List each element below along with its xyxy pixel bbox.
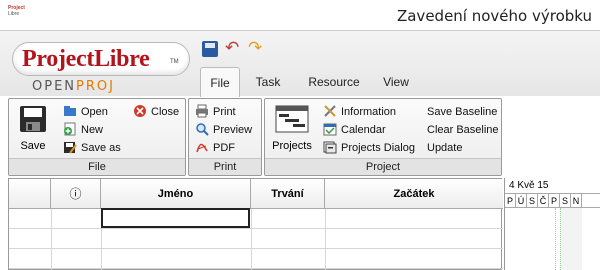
gantt-day-header: P Ú S Č P S N xyxy=(505,194,600,208)
close-icon xyxy=(134,105,146,117)
information-label: Information xyxy=(341,106,397,118)
gantt-day-label: S xyxy=(560,194,571,208)
projects-label: Projects xyxy=(272,140,312,152)
new-icon xyxy=(64,122,76,136)
app-icon-line-2: Libre xyxy=(8,11,20,17)
save-button-label: Save xyxy=(20,140,46,152)
grid-row-divider xyxy=(9,268,503,269)
redo-icon[interactable]: ↷ xyxy=(248,38,262,58)
column-header-name[interactable]: Jméno xyxy=(101,179,251,209)
close-label: Close xyxy=(151,106,180,118)
projects-dialog-label: Projects Dialog xyxy=(341,142,415,154)
save-as-label: Save as xyxy=(81,142,121,154)
gantt-day-label: S xyxy=(527,194,538,208)
quick-access-toolbar: ↶ ↷ xyxy=(192,33,284,63)
gantt-week-header: 4 Kvě 15 xyxy=(505,178,600,194)
grid-row-divider xyxy=(9,248,503,249)
preview-label: Preview xyxy=(213,124,253,136)
gantt-day-label: N xyxy=(571,194,582,208)
window-title: Zavedení nového výrobku xyxy=(396,7,592,25)
save-as-button[interactable]: Save as xyxy=(63,140,121,156)
grid-header: ⓘ Jméno Trvání Začátek xyxy=(9,179,503,209)
projects-button[interactable]: Projects xyxy=(269,105,315,152)
ribbon-header: ProjectLibre TM OPENPROJ ↶ ↷ File Task R… xyxy=(0,30,600,97)
tab-file[interactable]: File xyxy=(200,67,240,97)
update-button[interactable]: Update xyxy=(427,140,462,156)
calendar-icon xyxy=(323,123,337,136)
logo-sub-suffix: PROJ xyxy=(76,79,115,94)
print-group: Print Preview PDF Print xyxy=(188,98,262,176)
floppy-icon xyxy=(20,106,46,132)
print-group-label: Print xyxy=(189,158,261,175)
projects-dialog-icon xyxy=(323,141,337,154)
project-group-label: Project xyxy=(265,158,501,175)
open-label: Open xyxy=(81,106,108,118)
app-logo[interactable]: ProjectLibre TM OPENPROJ xyxy=(8,33,194,97)
grid-col-divider xyxy=(51,209,52,270)
pdf-icon xyxy=(196,143,208,153)
undo-icon[interactable]: ↶ xyxy=(225,38,239,58)
save-as-icon xyxy=(64,142,77,154)
file-group-label: File xyxy=(9,158,185,175)
logo-sub-prefix: OPEN xyxy=(32,79,77,94)
tab-resource[interactable]: Resource xyxy=(302,67,366,97)
projects-icon xyxy=(275,105,309,133)
close-button[interactable]: Close xyxy=(133,104,179,120)
calendar-label: Calendar xyxy=(341,124,386,136)
gantt-today-line xyxy=(555,208,556,270)
print-button[interactable]: Print xyxy=(195,104,236,120)
name-cell-editor[interactable] xyxy=(101,208,250,228)
gantt-day-label: Č xyxy=(538,194,549,208)
gantt-day-label: Ú xyxy=(516,194,527,208)
save-icon[interactable] xyxy=(202,41,218,57)
column-header-row-number[interactable] xyxy=(9,179,51,209)
task-grid: ⓘ Jméno Trvání Začátek xyxy=(8,178,503,270)
information-button[interactable]: Information xyxy=(323,104,396,120)
gantt-chart[interactable]: 4 Kvě 15 P Ú S Č P S N xyxy=(504,178,600,270)
app-icon: Project Libre xyxy=(8,5,26,21)
logo-brand: ProjectLibre xyxy=(22,46,150,72)
printer-icon xyxy=(196,104,208,118)
logo-subtitle: OPENPROJ xyxy=(32,79,115,94)
column-header-duration[interactable]: Trvání xyxy=(251,179,325,209)
tab-view[interactable]: View xyxy=(376,67,416,97)
gantt-gridline xyxy=(560,208,561,270)
calendar-button[interactable]: Calendar xyxy=(323,122,386,138)
gantt-day-label: P xyxy=(549,194,560,208)
title-bar: Project Libre Zavedení nového výrobku xyxy=(0,0,600,30)
open-folder-icon xyxy=(64,106,76,116)
grid-col-divider xyxy=(325,209,326,270)
new-button[interactable]: New xyxy=(63,122,103,138)
save-button[interactable]: Save xyxy=(15,105,51,152)
magnifier-icon xyxy=(196,123,209,136)
pdf-button[interactable]: PDF xyxy=(195,140,235,156)
preview-button[interactable]: Preview xyxy=(195,122,252,138)
grid-col-divider xyxy=(251,209,252,270)
save-baseline-button[interactable]: Save Baseline xyxy=(427,104,497,120)
file-group: Save Open Close New Save as File xyxy=(8,98,186,176)
gantt-day-label: P xyxy=(505,194,516,208)
gantt-weekend-shade xyxy=(560,208,582,270)
clear-baseline-button[interactable]: Clear Baseline xyxy=(427,122,499,138)
column-header-start[interactable]: Začátek xyxy=(325,179,503,209)
grid-row-divider xyxy=(9,228,503,229)
project-group: Projects Information Calendar Projects D… xyxy=(264,98,502,176)
ribbon-body: Save Open Close New Save as File Print P… xyxy=(8,96,502,178)
pdf-label: PDF xyxy=(213,142,235,154)
tools-icon xyxy=(324,105,336,117)
logo-trademark: TM xyxy=(170,59,179,65)
tab-task[interactable]: Task xyxy=(248,67,288,97)
projects-dialog-button[interactable]: Projects Dialog xyxy=(323,140,415,156)
open-button[interactable]: Open xyxy=(63,104,108,120)
column-header-indicators[interactable]: ⓘ xyxy=(51,179,101,209)
new-label: New xyxy=(81,124,104,136)
info-indicator-icon: ⓘ xyxy=(69,187,82,201)
print-label: Print xyxy=(213,106,236,118)
